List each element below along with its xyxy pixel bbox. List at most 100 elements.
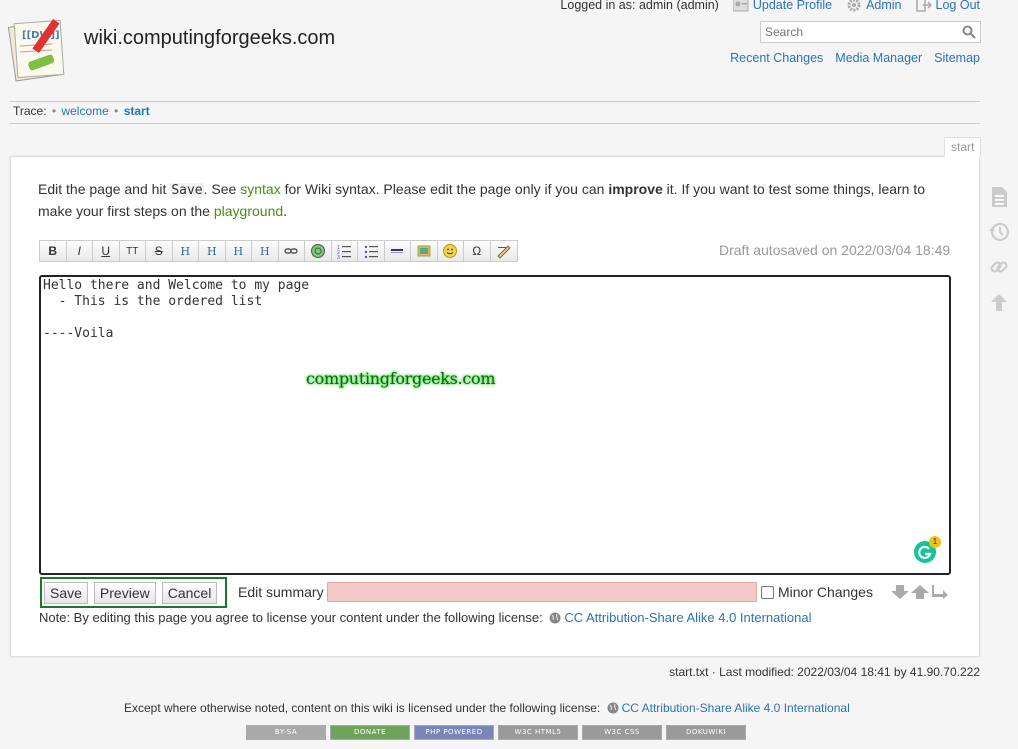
- breadcrumb-separator: •: [114, 104, 119, 118]
- strikethrough-button[interactable]: S: [146, 241, 173, 261]
- show-page-icon[interactable]: [988, 186, 1010, 208]
- w3c-html5-badge[interactable]: W3C HTML5: [498, 725, 578, 740]
- media-manager-link[interactable]: Media Manager: [835, 51, 922, 65]
- italic-button[interactable]: I: [66, 241, 93, 261]
- edit-buttons: Save Preview Cancel: [40, 577, 227, 608]
- license-note-text: Note: By editing this page you agree to …: [39, 610, 543, 625]
- horizontal-rule-button[interactable]: [384, 241, 411, 261]
- same-level-headline-button[interactable]: H: [172, 241, 199, 261]
- backlinks-icon[interactable]: [988, 256, 1010, 278]
- smileys-icon: [443, 244, 458, 258]
- donate-badge[interactable]: DONATE: [330, 725, 410, 740]
- special-chars-button[interactable]: Ω: [464, 241, 491, 261]
- site-title[interactable]: wiki.computingforgeeks.com: [84, 27, 335, 50]
- minor-changes-label: Minor Changes: [778, 584, 873, 600]
- signature-icon: [497, 245, 511, 259]
- footer-license-text: Except where otherwise noted, content on…: [124, 701, 601, 715]
- editor-toolbar: B I U TT S H H H H 1 2 3 Ω: [39, 240, 518, 262]
- save-button[interactable]: Save: [44, 581, 88, 604]
- footer-badges: BY-SA DONATE PHP POWERED W3C HTML5 W3C CSS DO…: [246, 725, 746, 740]
- add-images-button[interactable]: [411, 241, 438, 261]
- playground-link[interactable]: playground: [214, 203, 283, 219]
- grammarly-count-badge: 1: [929, 536, 941, 548]
- editor-frame: [39, 275, 951, 575]
- select-headline-button[interactable]: H: [252, 241, 279, 261]
- breadcrumb-separator: •: [51, 104, 57, 118]
- sitemap-link[interactable]: Sitemap: [934, 51, 980, 65]
- intro-text: Edit the page and hit: [38, 181, 171, 197]
- doc-info: start.txt · Last modified: 2022/03/04 18…: [669, 665, 980, 679]
- draft-status: Draft autosaved on 2022/03/04 18:49: [719, 242, 951, 258]
- lower-headline-button[interactable]: H: [199, 241, 226, 261]
- wiki-text-editor[interactable]: [41, 277, 949, 573]
- logout-link[interactable]: Log Out: [936, 0, 980, 12]
- gear-icon: [847, 0, 861, 12]
- cc-by-sa-badge[interactable]: BY-SA: [246, 725, 326, 740]
- monospace-button[interactable]: TT: [119, 241, 146, 261]
- divider: [10, 123, 980, 124]
- search-icon[interactable]: [962, 25, 976, 39]
- monospace-label: TT: [126, 245, 139, 257]
- edit-intro: Edit the page and hit Save. See syntax f…: [38, 179, 958, 222]
- intro-code: Save: [170, 183, 204, 198]
- higher-headline-button[interactable]: H: [225, 241, 252, 261]
- ordered-list-icon: 123: [337, 245, 352, 259]
- svg-text:3: 3: [337, 255, 340, 259]
- user-tools: Logged in as: admin (admin) Update Profi…: [560, 0, 980, 12]
- admin-link[interactable]: Admin: [866, 0, 901, 12]
- license-link[interactable]: CC Attribution-Share Alike 4.0 Internati…: [564, 610, 811, 625]
- arrow-down-icon[interactable]: [891, 585, 909, 599]
- footer-license: Except where otherwise noted, content on…: [124, 701, 850, 715]
- breadcrumb: Trace: • welcome • start: [13, 104, 150, 118]
- strikethrough-label: S: [154, 244, 163, 258]
- dokuwiki-logo[interactable]: [[DW]]: [8, 14, 76, 82]
- unordered-list-button[interactable]: [358, 241, 385, 261]
- logged-in-text: Logged in as: admin (admin): [560, 0, 719, 12]
- internal-link-icon: [284, 248, 298, 254]
- underline-label: U: [101, 244, 111, 258]
- select-headline-label: H: [259, 244, 270, 258]
- back-to-top-icon[interactable]: [988, 291, 1010, 313]
- w3c-css-badge[interactable]: W3C CSS: [582, 725, 662, 740]
- logout-icon: [915, 0, 932, 12]
- minor-changes-checkbox[interactable]: [761, 585, 774, 599]
- update-profile-link[interactable]: Update Profile: [753, 0, 832, 12]
- cancel-button[interactable]: Cancel: [161, 581, 218, 604]
- edit-summary-label: Edit summary: [238, 584, 324, 600]
- italic-label: I: [77, 244, 81, 258]
- lower-headline-label: H: [206, 244, 217, 258]
- underline-button[interactable]: U: [93, 241, 120, 261]
- site-tools: Recent Changes Media Manager Sitemap: [730, 51, 980, 65]
- arrow-up-icon[interactable]: [911, 585, 929, 599]
- unordered-list-icon: [364, 245, 378, 259]
- dokuwiki-badge[interactable]: DOKUWIKI: [666, 725, 746, 740]
- editor-resize-controls: [891, 585, 949, 599]
- php-powered-badge[interactable]: PHP POWERED: [414, 725, 494, 740]
- external-link-button[interactable]: [305, 241, 332, 261]
- grammarly-icon[interactable]: 1: [914, 536, 941, 563]
- signature-button[interactable]: [490, 241, 517, 261]
- internal-link-button[interactable]: [278, 241, 305, 261]
- footer-license-link[interactable]: CC Attribution-Share Alike 4.0 Internati…: [622, 701, 850, 715]
- breadcrumb-start[interactable]: start: [124, 104, 150, 118]
- header: [[DW]] wiki.computingforgeeks.com Logged…: [0, 0, 1018, 100]
- recent-changes-link[interactable]: Recent Changes: [730, 51, 823, 65]
- license-note: Note: By editing this page you agree to …: [39, 610, 811, 625]
- ordered-list-button[interactable]: 123: [331, 241, 358, 261]
- breadcrumb-welcome[interactable]: welcome: [61, 104, 108, 118]
- globe-icon: [549, 612, 561, 624]
- higher-headline-label: H: [233, 244, 244, 258]
- search-input[interactable]: [761, 22, 956, 42]
- preview-button[interactable]: Preview: [93, 581, 156, 604]
- intro-text: .: [283, 203, 288, 219]
- smileys-button[interactable]: [437, 241, 464, 261]
- wrap-icon[interactable]: [931, 585, 949, 599]
- same-level-headline-label: H: [180, 244, 191, 258]
- external-link-icon: [310, 244, 325, 258]
- breadcrumb-label: Trace:: [13, 104, 47, 118]
- minor-changes: Minor Changes: [761, 584, 873, 600]
- bold-button[interactable]: B: [40, 241, 67, 261]
- syntax-link[interactable]: syntax: [240, 181, 280, 197]
- revisions-icon[interactable]: [988, 221, 1010, 243]
- edit-summary-input[interactable]: [327, 582, 757, 602]
